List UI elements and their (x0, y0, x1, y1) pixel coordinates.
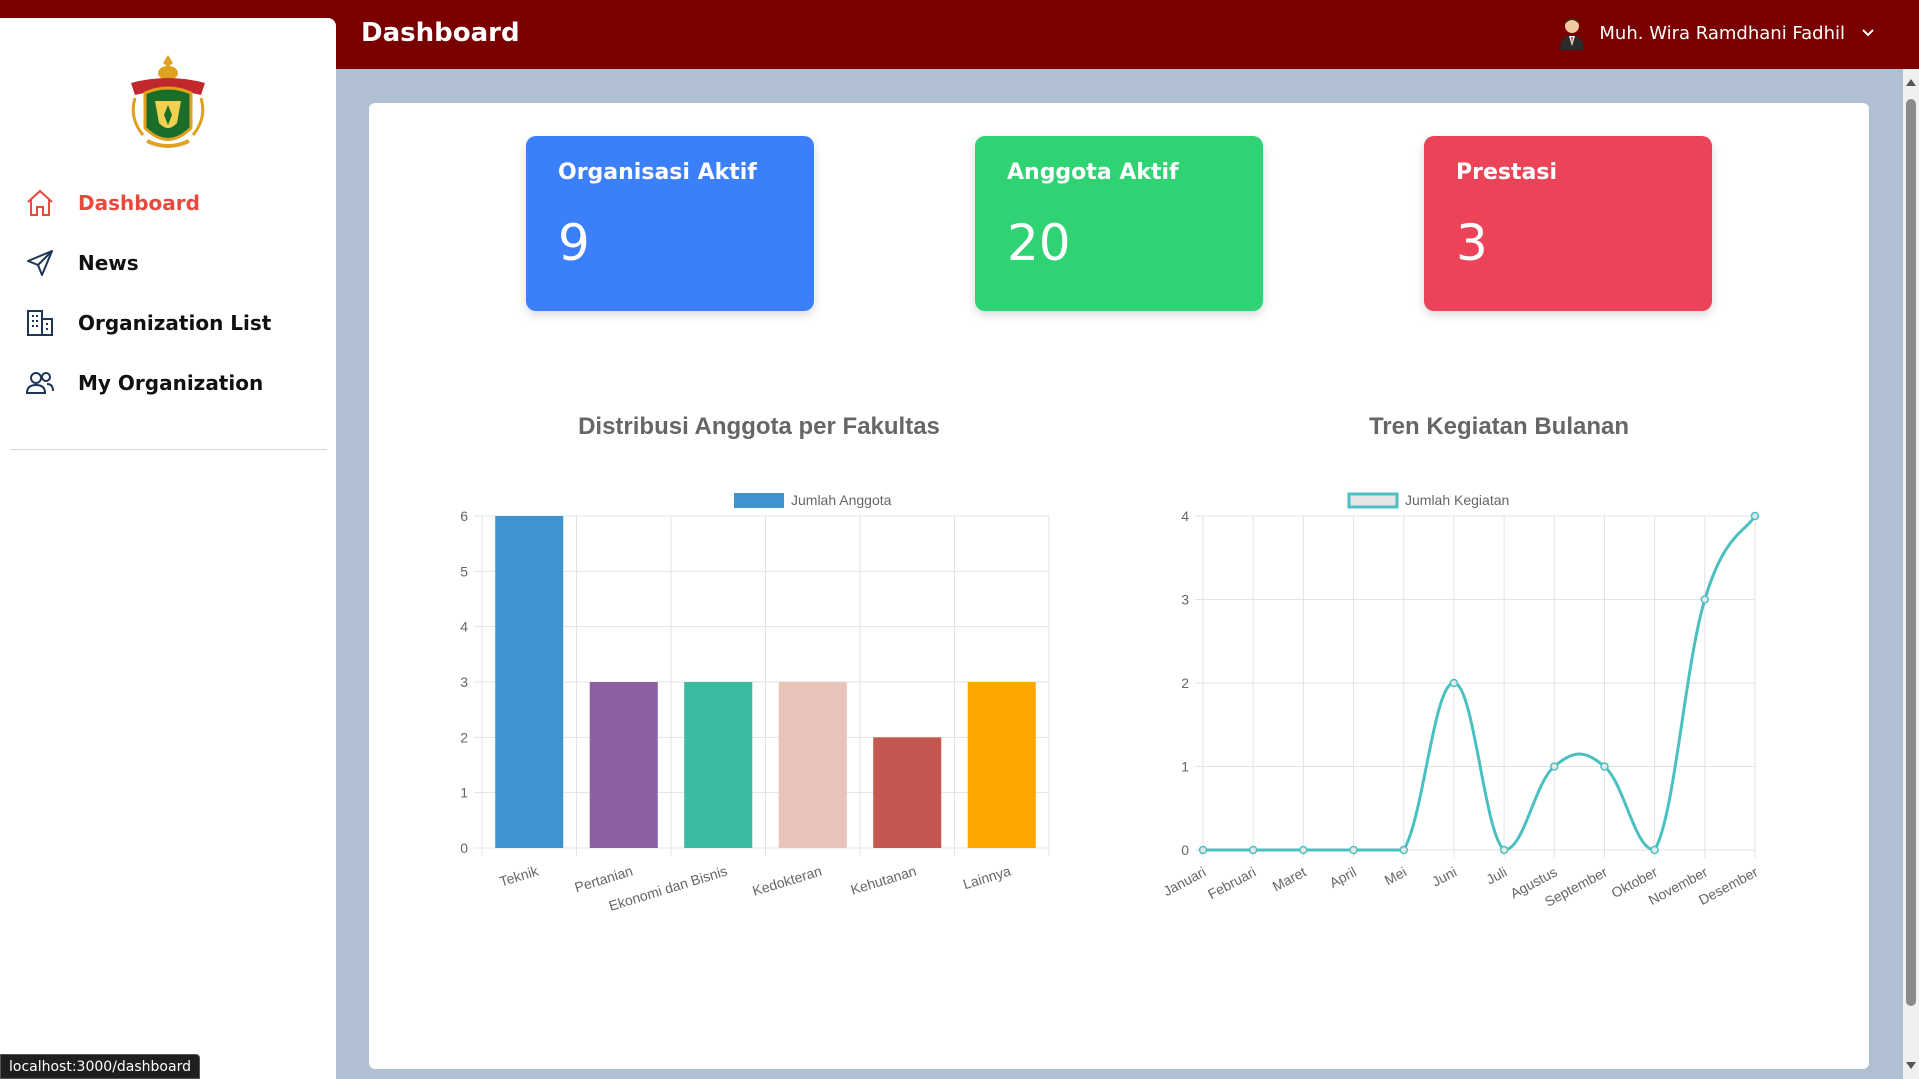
x-tick-label: Kedokteran (750, 863, 823, 899)
bar (967, 682, 1036, 848)
status-bar-url: localhost:3000/dashboard (0, 1054, 200, 1079)
user-name: Muh. Wira Ramdhani Fadhil (1599, 22, 1845, 44)
building-icon (24, 307, 56, 339)
bar-chart: Distribusi Anggota per Fakultas Jumlah A… (444, 413, 1074, 973)
sidebar-item-my-organization[interactable]: My Organization (0, 353, 336, 413)
sidebar-item-label: News (78, 251, 139, 275)
home-icon (24, 187, 56, 219)
data-point (1499, 845, 1509, 855)
scroll-down-arrow-icon[interactable] (1906, 1062, 1916, 1069)
stat-label: Anggota Aktif (1007, 160, 1179, 185)
legend-swatch (1347, 492, 1399, 509)
y-tick-label: 0 (460, 840, 468, 856)
line-chart: Tren Kegiatan Bulanan Jumlah Kegiatan 0 1 2… (1149, 413, 1849, 973)
bar (684, 682, 753, 848)
x-tick-label: April (1327, 864, 1359, 891)
y-tick-label: 6 (460, 508, 468, 524)
bar-chart-svg: Jumlah Anggota0123456Teknik PertanianEkon… (460, 492, 1050, 914)
y-tick-label: 4 (1181, 508, 1189, 524)
y-tick-label: 3 (1181, 592, 1189, 608)
stat-label: Organisasi Aktif (558, 160, 757, 185)
university-logo (125, 53, 211, 153)
sidebar-item-label: Dashboard (78, 191, 200, 215)
data-point (1700, 595, 1710, 604)
data-point (1600, 762, 1609, 771)
user-menu[interactable]: Muh. Wira Ramdhani Fadhil (1557, 16, 1879, 50)
data-point (1399, 845, 1408, 855)
bar (589, 682, 658, 848)
bar (873, 737, 942, 848)
stat-value: 3 (1456, 214, 1488, 272)
x-tick-label: Teknik (497, 862, 541, 889)
stat-card-organisasi: Organisasi Aktif 9 (526, 136, 814, 311)
data-point (1449, 678, 1459, 688)
legend-swatch (734, 493, 784, 508)
y-tick-label: 2 (460, 729, 468, 745)
x-tick-label: Januari (1160, 864, 1208, 900)
stat-card-anggota: Anggota Aktif 20 (975, 136, 1263, 311)
sidebar-nav: Dashboard News Organization List My Orga… (0, 173, 336, 413)
x-tick-label: Kehutanan (849, 863, 918, 898)
chart-legend: Jumlah Kegiatan (1347, 492, 1509, 509)
page-title: Dashboard (361, 18, 520, 48)
sidebar-item-news[interactable]: News (0, 233, 336, 293)
page-scrollbar[interactable] (1903, 69, 1919, 1079)
data-point (1349, 845, 1358, 855)
x-tick-label: Februari (1205, 864, 1259, 903)
x-tick-label: Pertanian (573, 863, 635, 896)
bar (495, 516, 564, 848)
y-tick-label: 3 (460, 674, 468, 690)
y-tick-label: 1 (460, 785, 468, 801)
sidebar-item-label: Organization List (78, 311, 272, 335)
sidebar: Dashboard News Organization List My Orga… (0, 18, 336, 1079)
x-tick-label: Juni (1429, 864, 1459, 890)
stat-value: 20 (1007, 214, 1071, 272)
legend-label: Jumlah Anggota (791, 492, 892, 508)
y-tick-label: 0 (1181, 842, 1189, 858)
data-point (1198, 845, 1208, 855)
line-chart-svg: Jumlah Kegiatan 0 1 2 3 4 JanuariFebruari Maret… (1160, 492, 1760, 910)
x-tick-label: Mei (1382, 864, 1409, 889)
sidebar-item-dashboard[interactable]: Dashboard (0, 173, 336, 233)
y-tick-label: 1 (1181, 759, 1189, 775)
data-point (1650, 845, 1659, 855)
chart-legend: Jumlah Anggota (734, 492, 892, 508)
stat-value: 9 (558, 214, 590, 272)
sidebar-item-organization-list[interactable]: Organization List (0, 293, 336, 353)
user-avatar-icon (1557, 16, 1587, 50)
users-icon (24, 367, 56, 399)
data-point (1550, 762, 1559, 771)
stat-card-prestasi: Prestasi 3 (1424, 136, 1712, 311)
y-tick-label: 2 (1181, 675, 1189, 691)
chevron-down-icon (1857, 22, 1879, 44)
data-point (1248, 845, 1258, 855)
data-point (1299, 845, 1308, 855)
y-tick-label: 4 (460, 619, 468, 635)
scrollbar-thumb[interactable] (1906, 99, 1916, 1006)
data-point (1750, 511, 1760, 521)
legend-label: Jumlah Kegiatan (1405, 492, 1509, 508)
sidebar-divider (10, 449, 327, 450)
bar (778, 682, 847, 848)
x-tick-label: Juli (1483, 864, 1509, 888)
sidebar-item-label: My Organization (78, 371, 264, 395)
send-icon (24, 247, 56, 279)
dashboard-card: Organisasi Aktif 9 Anggota Aktif 20 Pres… (369, 103, 1869, 1069)
x-tick-label: Lainnya (961, 863, 1013, 893)
y-tick-label: 5 (460, 563, 468, 579)
x-tick-label: Maret (1270, 863, 1309, 894)
scroll-up-arrow-icon[interactable] (1906, 79, 1916, 86)
stat-label: Prestasi (1456, 160, 1557, 185)
